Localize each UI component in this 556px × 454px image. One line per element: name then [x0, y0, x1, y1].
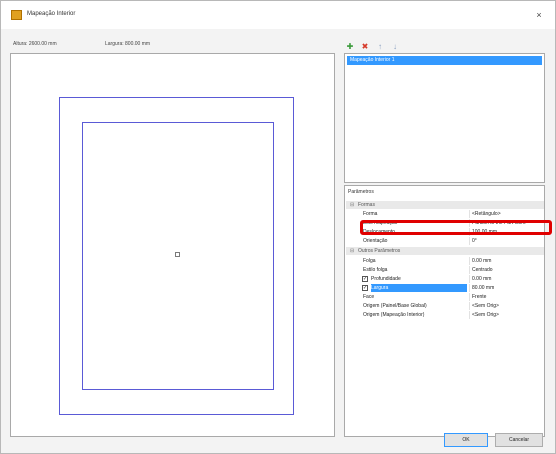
collapse-icon[interactable]: ⊟ — [350, 201, 354, 209]
face-value[interactable]: Frente — [469, 293, 543, 301]
eixo-highlight-annotation — [360, 220, 552, 235]
mapping-list[interactable]: Mapeação Interior 1 — [344, 53, 545, 183]
title-bar: Mapeação Interior × — [1, 1, 555, 29]
largura-checkbox[interactable] — [362, 284, 368, 292]
folga-value[interactable]: 0.00 mm — [469, 257, 543, 265]
close-button[interactable]: × — [531, 7, 547, 23]
profundidade-value[interactable]: 0.00 mm — [469, 275, 543, 283]
largura-value[interactable]: 80.00 mm — [469, 284, 543, 292]
row-profundidade[interactable]: Profundidade 0.00 mm — [346, 275, 544, 283]
origem-global-label: Origem (Painel/Base Global) — [363, 303, 427, 309]
estilo-folga-label: Estilo folga — [363, 267, 388, 273]
orientacao-value[interactable]: 0° — [469, 237, 543, 245]
width-readout: Largura: 800.00 mm — [105, 41, 151, 47]
folga-label: Folga — [363, 258, 376, 264]
height-readout: Altura: 2600.00 mm — [13, 41, 57, 47]
cancel-button[interactable]: Cancelar — [495, 433, 543, 447]
move-down-icon: ↓ — [393, 42, 397, 51]
remove-icon: ✖ — [361, 42, 369, 51]
add-button[interactable]: ✚ — [346, 43, 354, 51]
row-face[interactable]: Face Frente — [346, 293, 544, 301]
parameters-title: Parâmetros — [348, 189, 374, 195]
profundidade-label: Profundidade — [371, 276, 401, 282]
origem-mapeacao-value[interactable]: <Sem Orig> — [469, 311, 543, 319]
app-icon — [11, 10, 22, 20]
move-down-button[interactable]: ↓ — [391, 43, 399, 51]
center-marker — [175, 252, 180, 257]
origem-global-value[interactable]: <Sem Orig> — [469, 302, 543, 310]
category-label: Outros Parâmetros — [358, 248, 401, 254]
add-icon: ✚ — [346, 42, 354, 51]
window-title: Mapeação Interior — [27, 11, 76, 17]
forma-value[interactable]: <Retângulo> — [469, 210, 543, 218]
move-up-button[interactable]: ↑ — [376, 43, 384, 51]
category-formas[interactable]: ⊟ Formas — [346, 201, 544, 209]
profundidade-checkbox[interactable] — [362, 275, 368, 283]
orientacao-label: Orientação — [363, 238, 388, 244]
row-origem-mapeacao[interactable]: Origem (Mapeação Interior) <Sem Orig> — [346, 311, 544, 319]
row-largura[interactable]: Largura 80.00 mm — [346, 284, 544, 292]
largura-label: Largura — [371, 284, 467, 292]
mapeacao-interior-dialog: Mapeação Interior × Altura: 2600.00 mm L… — [0, 0, 556, 454]
ok-button[interactable]: OK — [444, 433, 488, 447]
row-forma[interactable]: Forma <Retângulo> — [346, 210, 544, 218]
list-item[interactable]: Mapeação Interior 1 — [347, 56, 542, 65]
origem-mapeacao-label: Origem (Mapeação Interior) — [363, 312, 425, 318]
remove-button[interactable]: ✖ — [361, 43, 369, 51]
face-label: Face — [363, 294, 375, 300]
forma-label: Forma — [363, 211, 378, 217]
row-folga[interactable]: Folga 0.00 mm — [346, 257, 544, 265]
row-origem-global[interactable]: Origem (Painel/Base Global) <Sem Orig> — [346, 302, 544, 310]
row-orientacao[interactable]: Orientação 0° — [346, 237, 544, 245]
list-toolbar: ✚ ✖ ↑ ↓ — [346, 41, 399, 53]
row-estilo-folga[interactable]: Estilo folga Centrado — [346, 266, 544, 274]
collapse-icon[interactable]: ⊟ — [350, 247, 354, 255]
move-up-icon: ↑ — [378, 42, 382, 51]
category-outros[interactable]: ⊟ Outros Parâmetros — [346, 247, 544, 255]
estilo-folga-value[interactable]: Centrado — [469, 266, 543, 274]
category-label: Formas — [358, 202, 375, 208]
preview-canvas[interactable] — [10, 53, 335, 437]
